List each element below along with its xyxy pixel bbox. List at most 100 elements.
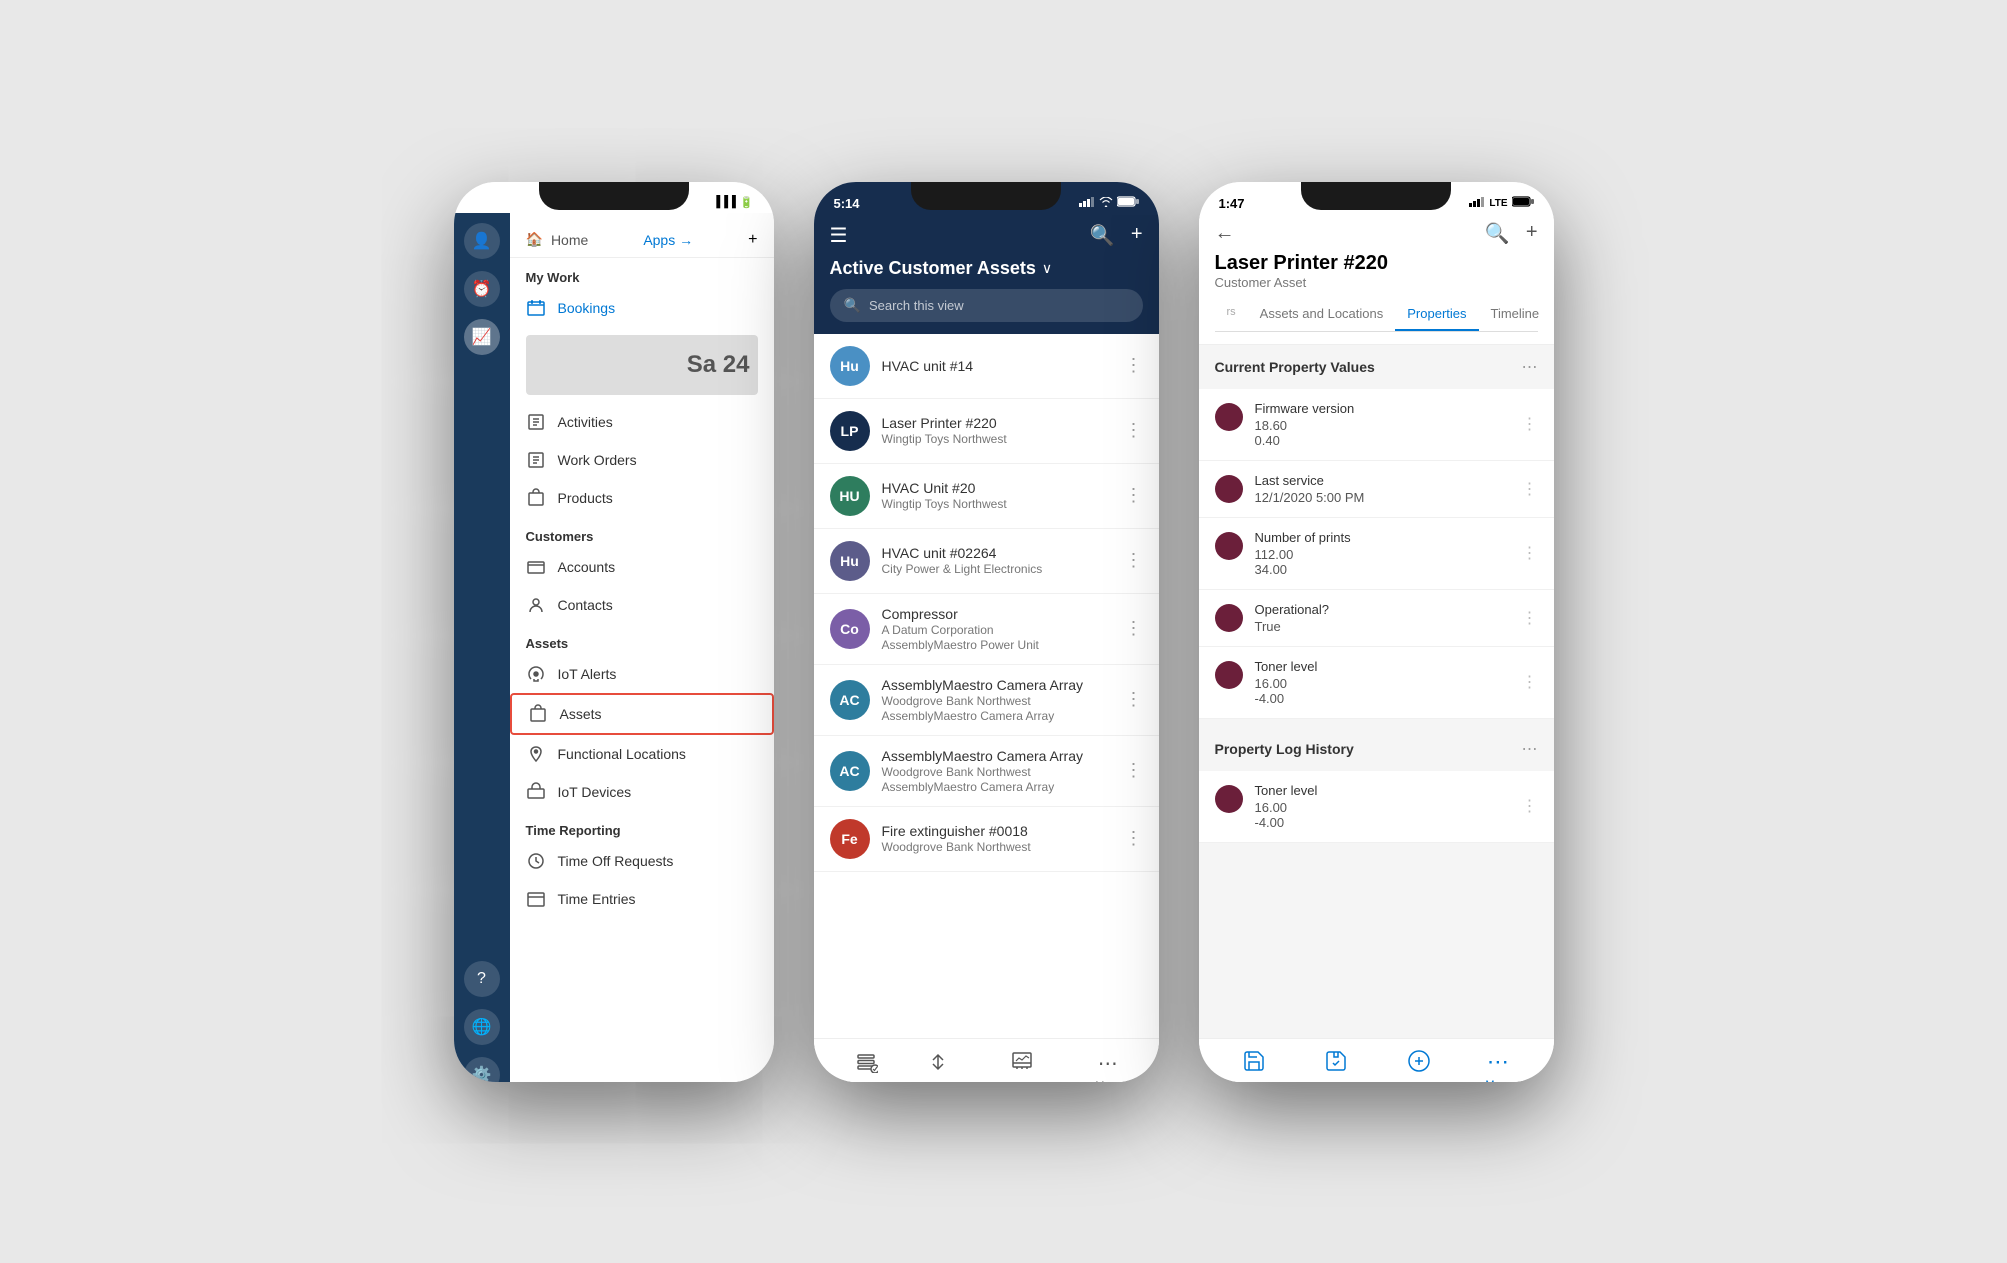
- list-item[interactable]: Co Compressor A Datum Corporation Assemb…: [814, 594, 1159, 665]
- list-item[interactable]: Fe Fire extinguisher #0018 Woodgrove Ban…: [814, 807, 1159, 872]
- prop-toner[interactable]: Toner level 16.00-4.00 ⋮: [1199, 647, 1554, 719]
- item-more-6[interactable]: ⋮: [1125, 760, 1143, 781]
- list-item[interactable]: Hu HVAC unit #14 ⋮: [814, 334, 1159, 399]
- products-icon: [526, 488, 546, 508]
- sort-button[interactable]: Sort: [927, 1051, 949, 1082]
- sidebar-globe-icon[interactable]: 🌐: [464, 1009, 500, 1045]
- workorders-label: Work Orders: [558, 452, 637, 468]
- section-title-props: Current Property Values: [1215, 359, 1375, 375]
- sidebar-item-time-off[interactable]: Time Off Requests: [510, 842, 774, 880]
- sidebar-item-bookings[interactable]: Bookings: [510, 289, 774, 327]
- select-icon: [856, 1051, 878, 1079]
- item-sub-1: Wingtip Toys Northwest: [882, 432, 1113, 446]
- status-icons-1: ▐▐▐ 🔋: [712, 196, 753, 209]
- prop-content-2: Number of prints 112.0034.00: [1255, 530, 1510, 577]
- prop-firmware[interactable]: Firmware version 18.600.40 ⋮: [1199, 389, 1554, 461]
- more-button-list[interactable]: ⋯ More: [1095, 1051, 1120, 1082]
- item-name-7: Fire extinguisher #0018: [882, 823, 1113, 839]
- sidebar-item-time-entries[interactable]: Time Entries: [510, 880, 774, 918]
- sidebar-settings-icon[interactable]: ⚙️: [464, 1057, 500, 1082]
- notch-3: [1301, 182, 1451, 210]
- save-button[interactable]: Save: [1224, 1049, 1284, 1082]
- activities-icon: [526, 412, 546, 432]
- prop-more-2[interactable]: ⋮: [1522, 543, 1538, 563]
- sidebar-item-accounts[interactable]: Accounts: [510, 548, 774, 586]
- avatar-6: AC: [830, 751, 870, 791]
- prop-operational[interactable]: Operational? True ⋮: [1199, 590, 1554, 647]
- list-search[interactable]: 🔍 Search this view: [830, 289, 1143, 322]
- list-item[interactable]: HU HVAC Unit #20 Wingtip Toys Northwest …: [814, 464, 1159, 529]
- item-more-7[interactable]: ⋮: [1125, 828, 1143, 849]
- activities-label: Activities: [558, 414, 613, 430]
- section-my-work: My Work: [510, 258, 774, 289]
- tab-properties[interactable]: Properties: [1395, 298, 1478, 331]
- sidebar-item-functional-locations[interactable]: Functional Locations: [510, 735, 774, 773]
- hamburger-icon[interactable]: ☰: [830, 223, 848, 248]
- list-item[interactable]: AC AssemblyMaestro Camera Array Woodgrov…: [814, 736, 1159, 807]
- nav-plus-icon[interactable]: +: [748, 231, 757, 249]
- tab-assets-locations[interactable]: Assets and Locations: [1248, 298, 1396, 331]
- item-sub-4a: A Datum Corporation: [882, 623, 1113, 637]
- back-button[interactable]: ←: [1215, 222, 1235, 245]
- prop-label-1: Last service: [1255, 473, 1510, 488]
- item-more-3[interactable]: ⋮: [1125, 550, 1143, 571]
- sidebar-item-activities[interactable]: Activities: [510, 403, 774, 441]
- nav-main: 🏠 Home Apps → + My Work Bookings: [510, 213, 774, 1082]
- sidebar-item-assets[interactable]: Assets: [510, 693, 774, 735]
- section-more-log[interactable]: ⋯: [1522, 739, 1538, 759]
- show-chart-button[interactable]: Show Chart: [993, 1051, 1050, 1082]
- accounts-label: Accounts: [558, 559, 616, 575]
- list-item[interactable]: Hu HVAC unit #02264 City Power & Light E…: [814, 529, 1159, 594]
- save-close-button[interactable]: Save & Close: [1303, 1049, 1370, 1082]
- assets-icon: [528, 704, 548, 724]
- list-item[interactable]: AC AssemblyMaestro Camera Array Woodgrov…: [814, 665, 1159, 736]
- bookings-label: Bookings: [558, 300, 616, 316]
- prop-more-4[interactable]: ⋮: [1522, 672, 1538, 692]
- nav-home-item[interactable]: 🏠 Home: [526, 231, 589, 248]
- log-more-0[interactable]: ⋮: [1522, 796, 1538, 816]
- search-header-icon[interactable]: 🔍: [1090, 223, 1115, 248]
- prop-more-0[interactable]: ⋮: [1522, 414, 1538, 434]
- list-chevron-icon[interactable]: ∨: [1042, 260, 1052, 277]
- sidebar-help-icon[interactable]: ?: [464, 961, 500, 997]
- nav-screen: 👤 ⏰ 📈 ? 🌐 ⚙️ 🏠 Home Apps → +: [454, 213, 774, 1082]
- more-button-detail[interactable]: ⋯ More: [1468, 1049, 1528, 1082]
- item-more-4[interactable]: ⋮: [1125, 618, 1143, 639]
- iot-devices-label: IoT Devices: [558, 784, 632, 800]
- item-content-1: Laser Printer #220 Wingtip Toys Northwes…: [882, 415, 1113, 446]
- detail-toolbar: Save Save & Close New: [1199, 1038, 1554, 1082]
- item-more-2[interactable]: ⋮: [1125, 485, 1143, 506]
- tab-timeline[interactable]: Timeline: [1479, 298, 1552, 331]
- prop-number-prints[interactable]: Number of prints 112.0034.00 ⋮: [1199, 518, 1554, 590]
- sidebar-item-workorders[interactable]: Work Orders: [510, 441, 774, 479]
- prop-more-3[interactable]: ⋮: [1522, 608, 1538, 628]
- assets-label: Assets: [560, 706, 602, 722]
- status-icons-2: [1079, 196, 1139, 210]
- prop-more-1[interactable]: ⋮: [1522, 479, 1538, 499]
- search-detail-icon[interactable]: 🔍: [1485, 221, 1510, 246]
- iot-alerts-icon: [526, 664, 546, 684]
- item-more-0[interactable]: ⋮: [1125, 355, 1143, 376]
- select-button[interactable]: Select: [852, 1051, 883, 1082]
- list-item[interactable]: LP Laser Printer #220 Wingtip Toys North…: [814, 399, 1159, 464]
- plus-header-icon[interactable]: +: [1131, 223, 1143, 248]
- sidebar-item-products[interactable]: Products: [510, 479, 774, 517]
- item-more-5[interactable]: ⋮: [1125, 689, 1143, 710]
- sidebar-clock-icon[interactable]: ⏰: [464, 271, 500, 307]
- sidebar-item-iot-devices[interactable]: IoT Devices: [510, 773, 774, 811]
- new-button[interactable]: New: [1389, 1049, 1449, 1082]
- section-more-props[interactable]: ⋯: [1522, 357, 1538, 377]
- sidebar-chart-icon[interactable]: 📈: [464, 319, 500, 355]
- phone-detail: 1:47 LTE ← 🔍 +: [1199, 182, 1554, 1082]
- sidebar-item-iot-alerts[interactable]: IoT Alerts: [510, 655, 774, 693]
- time-entries-icon: [526, 889, 546, 909]
- item-more-1[interactable]: ⋮: [1125, 420, 1143, 441]
- tab-rs[interactable]: rs: [1215, 298, 1248, 331]
- sidebar-avatar[interactable]: 👤: [464, 223, 500, 259]
- sidebar-item-contacts[interactable]: Contacts: [510, 586, 774, 624]
- log-toner[interactable]: Toner level 16.00-4.00 ⋮: [1199, 771, 1554, 843]
- prop-last-service[interactable]: Last service 12/1/2020 5:00 PM ⋮: [1199, 461, 1554, 518]
- item-name-1: Laser Printer #220: [882, 415, 1113, 431]
- apps-link[interactable]: Apps →: [643, 232, 693, 248]
- plus-detail-icon[interactable]: +: [1526, 221, 1538, 246]
